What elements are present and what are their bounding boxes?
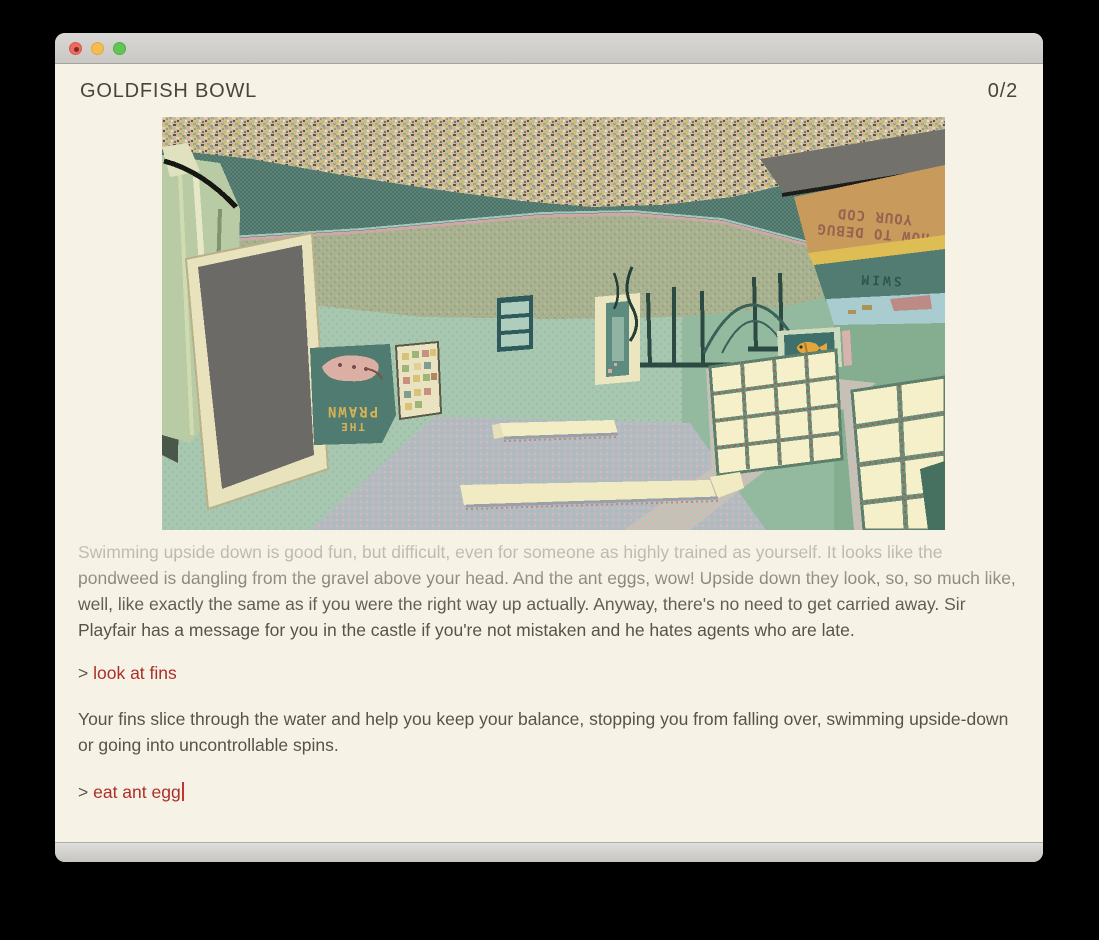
game-transcript: Swimming upside down is good fun, but di… — [78, 539, 1017, 825]
minimize-button[interactable] — [91, 42, 104, 55]
close-button[interactable] — [69, 42, 82, 55]
blackboard-frame — [186, 233, 328, 509]
book2-spine-text: SWIM — [858, 271, 902, 288]
game-header: GOLDFISH BOWL 0/2 — [80, 80, 1018, 103]
scene-image: HOW TO DEBUG YOUR COD SWIM — [162, 117, 945, 530]
command-input-text: eat ant egg — [93, 782, 181, 802]
prawn-poster: THE PRAWN — [310, 344, 396, 445]
window-titlebar — [55, 33, 1043, 64]
noticeboard — [396, 342, 441, 419]
prompt-chevron: > — [78, 782, 88, 802]
app-window: GOLDFISH BOWL 0/2 — [55, 33, 1043, 862]
traffic-lights — [69, 42, 126, 55]
command-text: look at fins — [93, 663, 177, 683]
close-dot-icon — [74, 47, 79, 52]
right-window-1 — [706, 350, 842, 475]
command-input-line[interactable]: > eat ant egg — [78, 779, 1017, 805]
poster-text-1: THE — [339, 420, 365, 433]
prompt-chevron: > — [78, 663, 88, 683]
poster-text-2: PRAWN — [326, 403, 378, 419]
center-window — [497, 295, 533, 352]
text-cursor — [182, 782, 185, 801]
window-footer-bar — [55, 842, 1043, 862]
score-indicator: 0/2 — [988, 80, 1018, 103]
game-title: GOLDFISH BOWL — [80, 80, 257, 103]
story-paragraph: Your fins slice through the water and he… — [78, 706, 1017, 758]
story-paragraph: Swimming upside down is good fun, but di… — [78, 539, 1017, 643]
scene-svg: HOW TO DEBUG YOUR COD SWIM — [162, 117, 945, 530]
zoom-button[interactable] — [113, 42, 126, 55]
command-history-line: > look at fins — [78, 660, 1017, 686]
